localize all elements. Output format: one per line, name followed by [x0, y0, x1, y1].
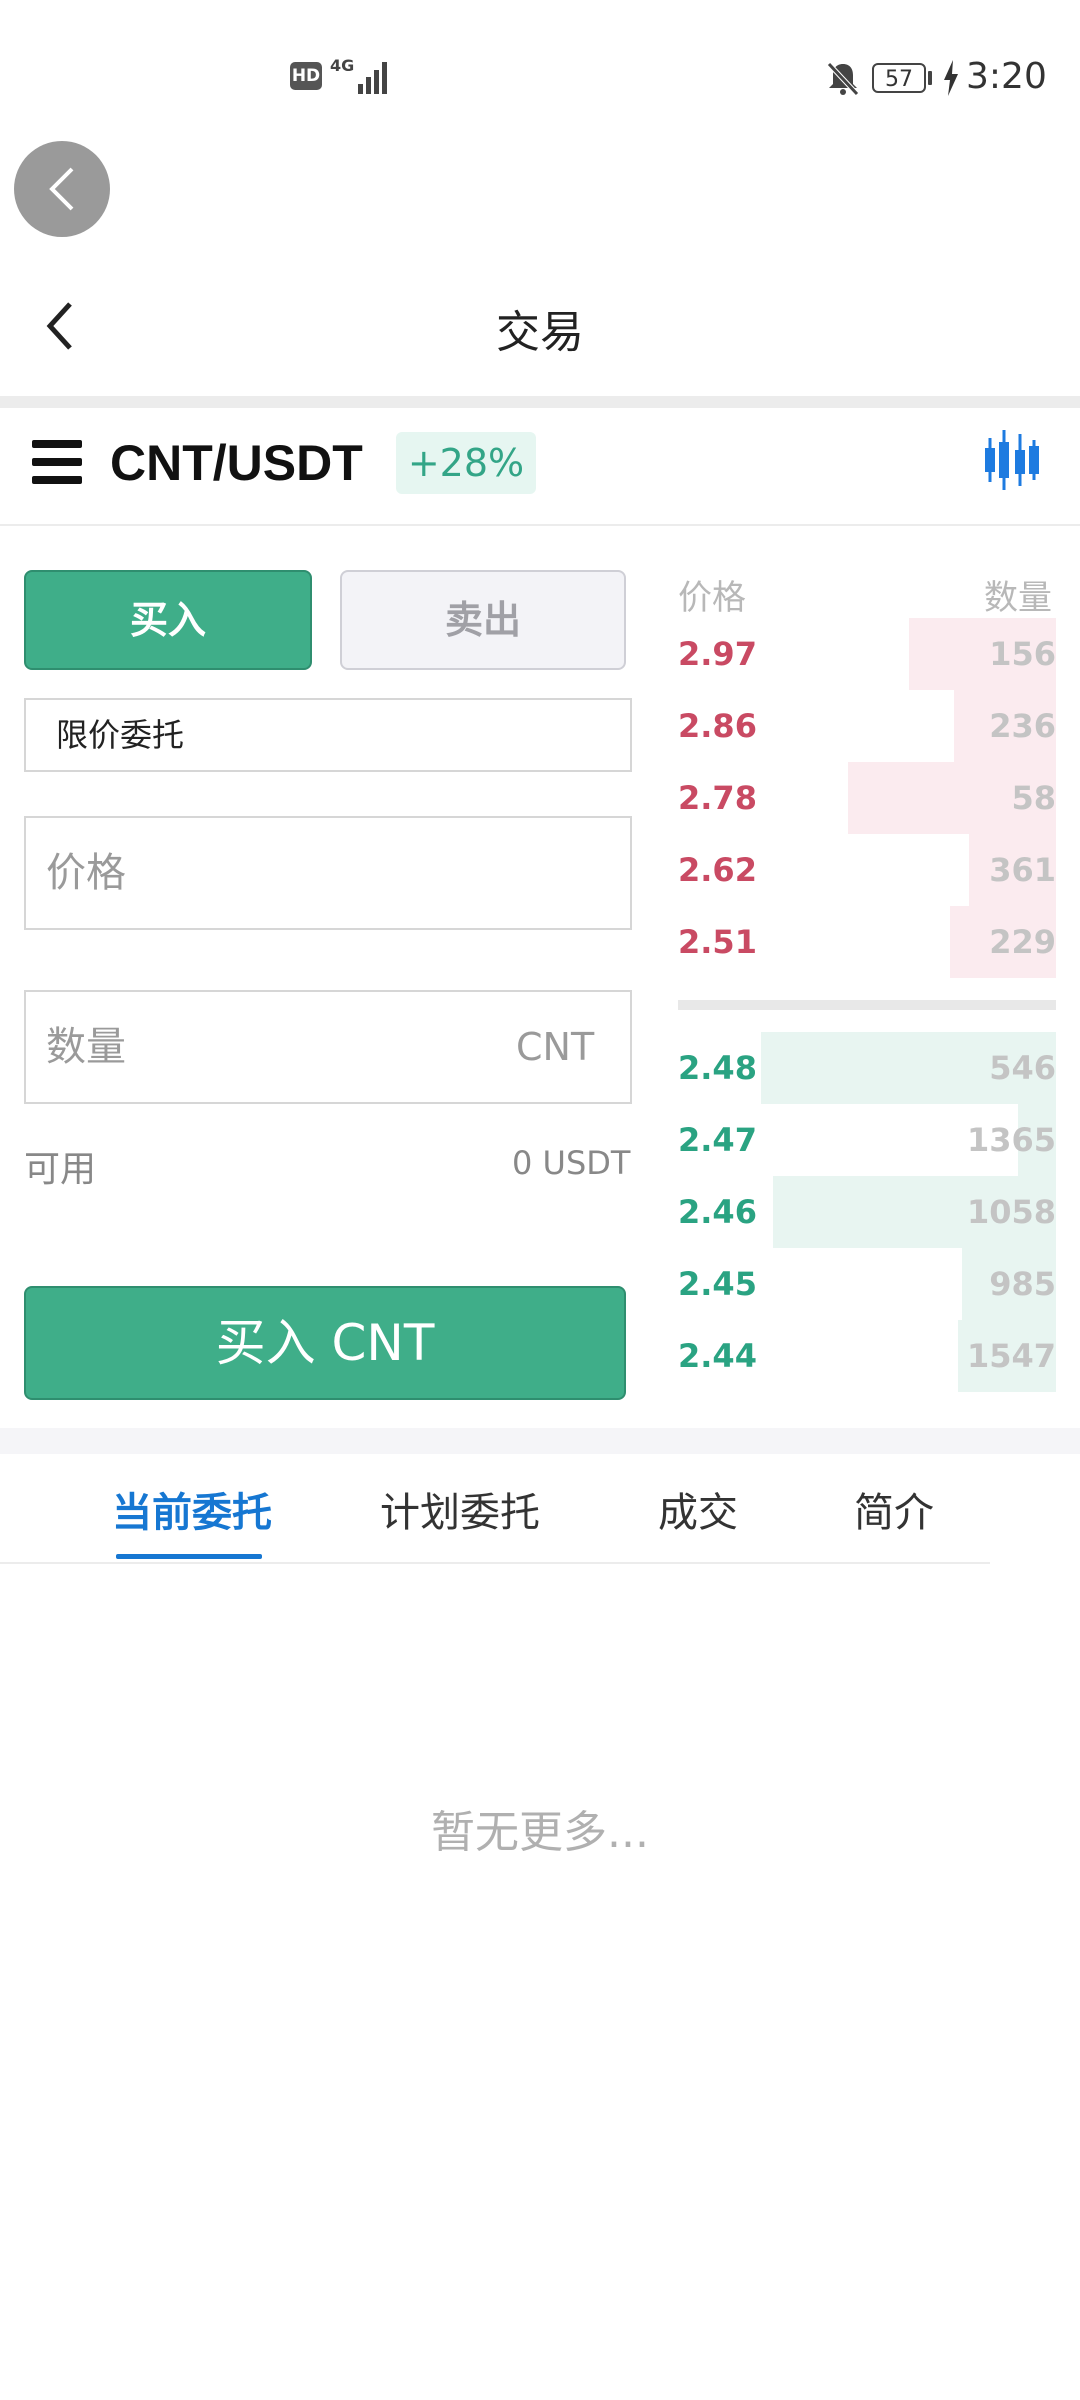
- available-label: 可用: [24, 1149, 97, 1190]
- active-tab-indicator: [116, 1554, 262, 1559]
- chevron-left-icon: [46, 302, 72, 350]
- ask-qty: 229: [989, 923, 1056, 961]
- battery-level: 57: [872, 63, 926, 93]
- ask-price: 2.86: [678, 707, 757, 745]
- bid-row[interactable]: 2.46 1058: [678, 1176, 1056, 1248]
- signal-strength-icon: [358, 60, 390, 94]
- chevron-left-icon: [49, 167, 74, 211]
- ask-qty: 236: [989, 707, 1056, 745]
- tabs-divider: [0, 1562, 990, 1564]
- ask-price: 2.78: [678, 779, 757, 817]
- network-type: 4G: [330, 56, 355, 75]
- buy-submit-button[interactable]: 买入 CNT: [24, 1286, 626, 1400]
- orderbook-separator: [678, 1000, 1056, 1010]
- pair-divider: [0, 524, 1080, 526]
- order-type-select[interactable]: 限价委托: [24, 698, 632, 772]
- tab-trades[interactable]: 成交: [658, 1480, 738, 1538]
- ask-row[interactable]: 2.51 229: [678, 906, 1056, 978]
- empty-state-text: 暂无更多...: [431, 1807, 649, 1858]
- bid-row[interactable]: 2.44 1547: [678, 1320, 1056, 1392]
- quantity-unit: CNT: [516, 1025, 595, 1069]
- bid-row[interactable]: 2.47 1365: [678, 1104, 1056, 1176]
- ask-qty: 58: [1011, 779, 1056, 817]
- ask-qty: 156: [989, 635, 1056, 673]
- status-bar: HD 4G 57 3:20: [0, 0, 1080, 140]
- ask-row[interactable]: 2.86 236: [678, 690, 1056, 762]
- battery-tip: [928, 71, 932, 85]
- ask-price: 2.51: [678, 923, 757, 961]
- available-value: 0 USDT: [512, 1144, 631, 1182]
- section-divider: [0, 1428, 1080, 1454]
- buy-tab-button[interactable]: 买入: [24, 570, 312, 670]
- bid-qty: 1547: [966, 1337, 1056, 1375]
- hamburger-menu-icon[interactable]: [32, 440, 82, 484]
- candlestick-chart-icon[interactable]: [984, 428, 1040, 492]
- hd-badge: HD: [290, 62, 322, 90]
- bid-qty: 546: [989, 1049, 1056, 1087]
- charging-bolt-icon: [942, 60, 960, 96]
- page-title: 交易: [496, 307, 584, 358]
- ask-row[interactable]: 2.78 58: [678, 762, 1056, 834]
- tab-current-orders[interactable]: 当前委托: [112, 1480, 272, 1538]
- bid-price: 2.48: [678, 1049, 757, 1087]
- price-input[interactable]: 价格: [24, 816, 632, 930]
- floating-back-button[interactable]: [14, 141, 110, 237]
- ask-row[interactable]: 2.97 156: [678, 618, 1056, 690]
- trading-pair[interactable]: CNT/USDT: [110, 434, 363, 492]
- bid-price: 2.47: [678, 1121, 757, 1159]
- ask-price: 2.62: [678, 851, 757, 889]
- price-change-badge: +28%: [396, 432, 536, 494]
- orderbook-qty-header: 数量: [984, 578, 1052, 618]
- bid-row[interactable]: 2.45 985: [678, 1248, 1056, 1320]
- tab-intro[interactable]: 简介: [854, 1480, 934, 1538]
- back-button[interactable]: [40, 296, 80, 356]
- bid-qty: 1365: [966, 1121, 1056, 1159]
- bid-qty: 985: [989, 1265, 1056, 1303]
- bid-price: 2.44: [678, 1337, 757, 1375]
- ask-qty: 361: [989, 851, 1056, 889]
- ask-row[interactable]: 2.62 361: [678, 834, 1056, 906]
- header-divider: [0, 396, 1080, 408]
- bid-price: 2.46: [678, 1193, 757, 1231]
- ask-price: 2.97: [678, 635, 757, 673]
- orderbook-price-header: 价格: [678, 578, 746, 618]
- clock: 3:20: [966, 56, 1047, 97]
- bell-muted-icon: [823, 58, 863, 98]
- bid-row[interactable]: 2.48 546: [678, 1032, 1056, 1104]
- bid-price: 2.45: [678, 1265, 757, 1303]
- tab-plan-orders[interactable]: 计划委托: [380, 1480, 540, 1538]
- sell-tab-button[interactable]: 卖出: [340, 570, 626, 670]
- bid-qty: 1058: [966, 1193, 1056, 1231]
